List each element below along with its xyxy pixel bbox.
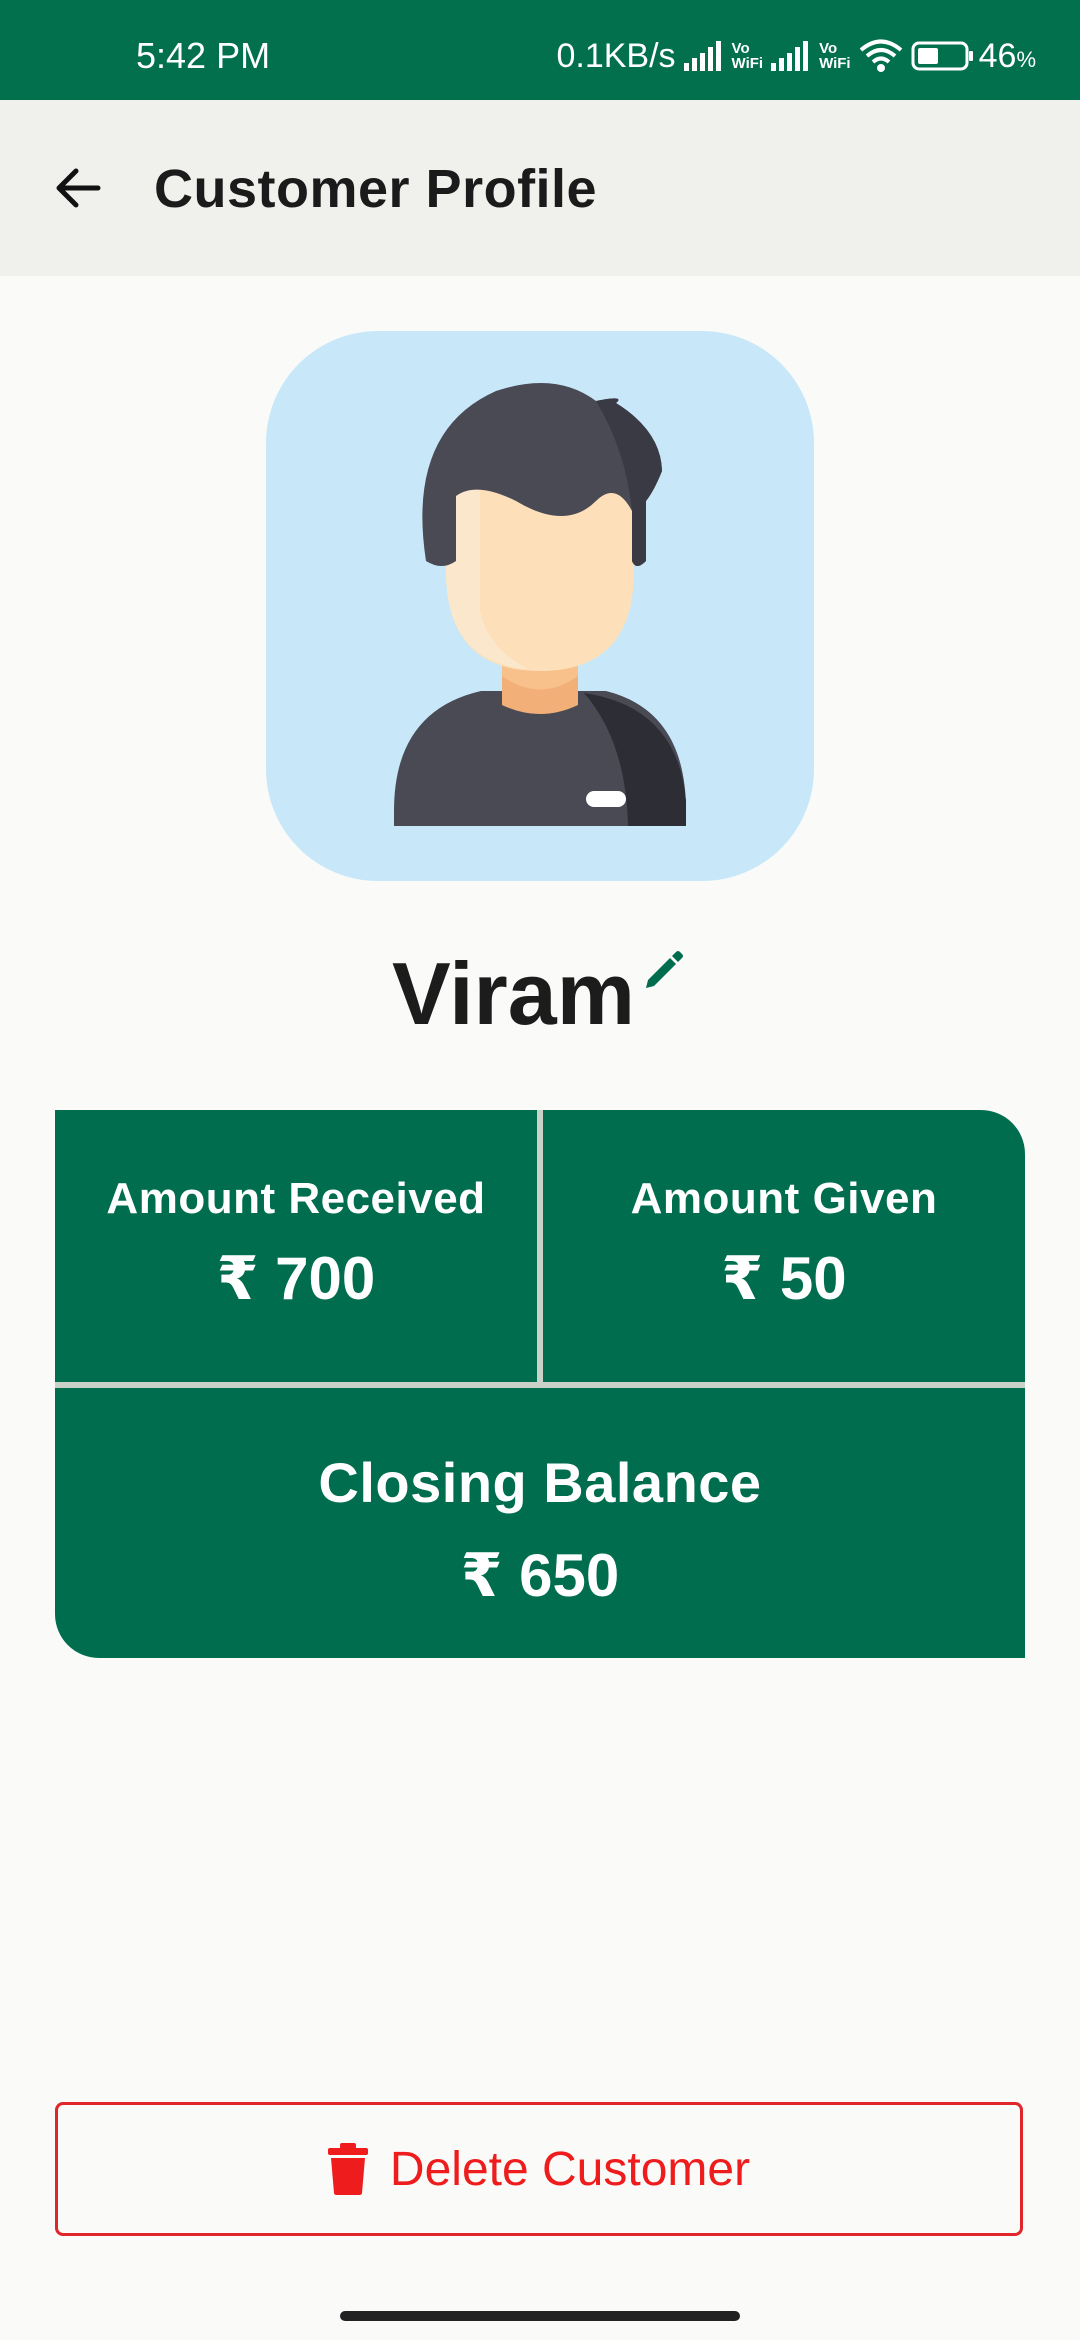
amount-given-label: Amount Given [630,1174,938,1223]
user-avatar-icon [394,383,686,826]
delete-customer-label: Delete Customer [389,2142,751,2196]
wifi-icon [859,39,903,73]
customer-name-row: Viram [0,940,1080,1050]
app-bar: Customer Profile [0,100,1080,276]
amount-received-cell: Amount Received ₹ 700 [55,1110,537,1382]
vowifi-icon-2: Vo WiFi [819,40,851,72]
back-button[interactable] [40,150,116,226]
balance-summary-card: Amount Received ₹ 700 Amount Given ₹ 50 … [55,1110,1025,1658]
arrow-left-icon [56,168,101,208]
vowifi-icon: Vo WiFi [731,40,764,72]
edit-name-button[interactable] [640,946,688,994]
delete-customer-button[interactable]: Delete Customer [55,2102,1023,2236]
battery-icon [911,41,973,71]
home-gesture-bar[interactable] [340,2311,740,2321]
trash-icon [327,2143,368,2195]
status-time: 5:42 PM [136,35,271,76]
network-speed: 0.1KB/s [556,36,676,75]
closing-balance-label: Closing Balance [318,1451,762,1514]
status-indicators: 0.1KB/s Vo WiFi Vo WiFi 46% [556,36,1036,76]
signal-icon-2 [771,41,811,71]
amount-received-label: Amount Received [106,1174,486,1223]
amount-received-value: ₹ 700 [216,1245,376,1312]
closing-balance-value: ₹ 650 [460,1542,620,1609]
customer-name: Viram [392,944,635,1043]
signal-icon [683,41,724,71]
pencil-icon [646,951,683,988]
closing-balance-cell: Closing Balance ₹ 650 [55,1388,1025,1658]
amount-given-value: ₹ 50 [721,1245,847,1312]
status-bar: 5:42 PM 0.1KB/s Vo WiFi Vo WiFi 46% [0,0,1080,100]
page-title: Customer Profile [154,159,598,219]
battery-percent: 46% [978,36,1036,75]
avatar [266,331,814,881]
amount-given-cell: Amount Given ₹ 50 [543,1110,1025,1382]
